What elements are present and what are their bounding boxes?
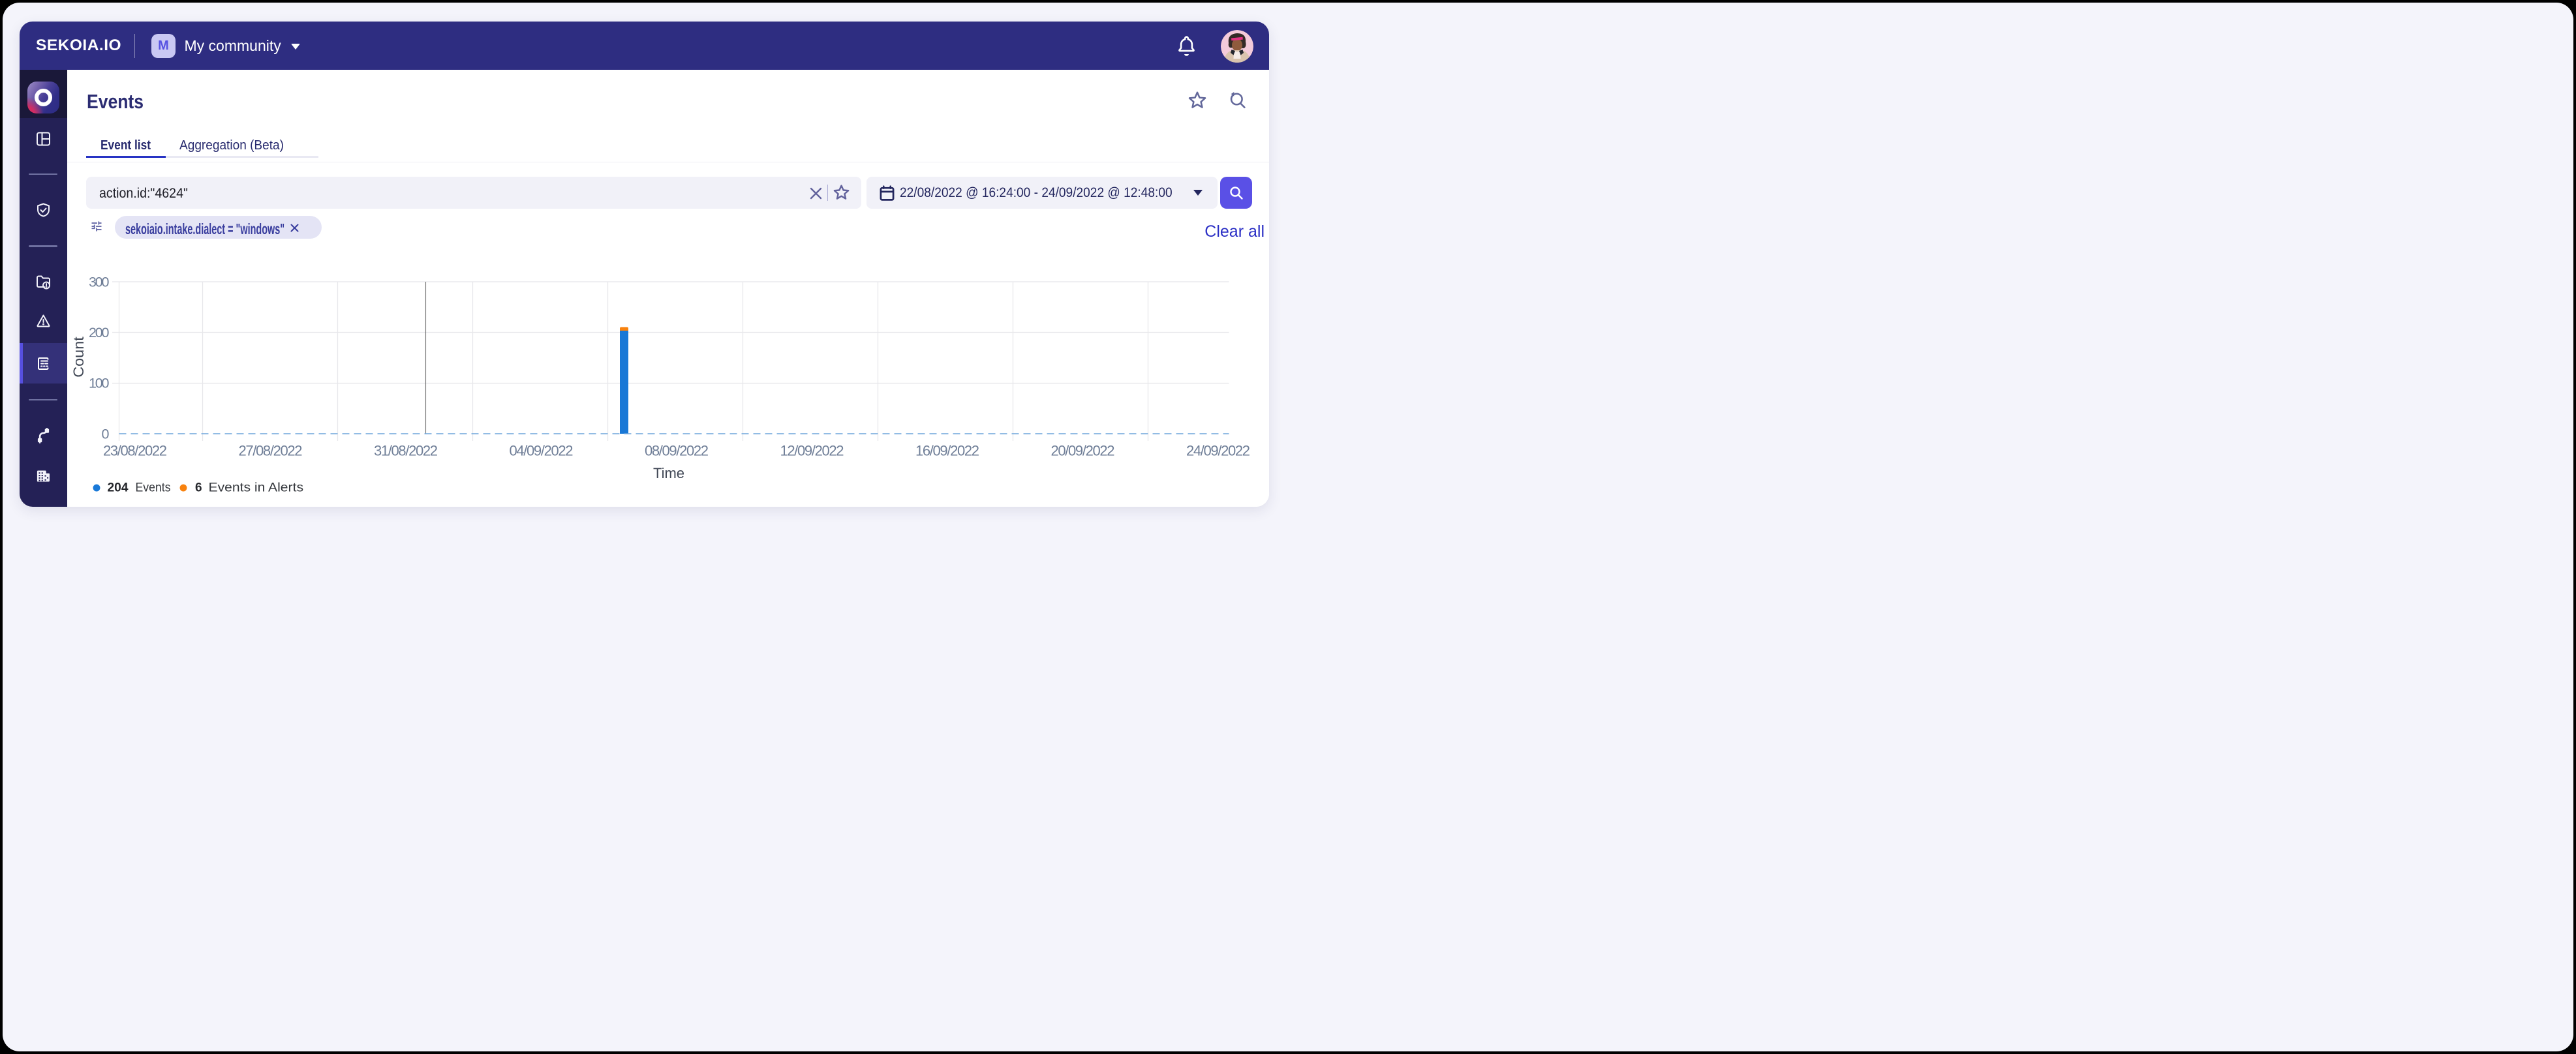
svg-text:Time: Time: [652, 465, 684, 481]
svg-text:200: 200: [89, 325, 110, 340]
svg-text:300: 300: [89, 275, 110, 290]
svg-text:20/09/2022: 20/09/2022: [1050, 443, 1114, 459]
svg-text:100: 100: [89, 376, 110, 391]
svg-text:04/09/2022: 04/09/2022: [509, 443, 573, 459]
svg-text:Count: Count: [70, 337, 87, 378]
svg-text:16/09/2022: 16/09/2022: [915, 443, 979, 459]
svg-text:24/09/2022: 24/09/2022: [1186, 443, 1250, 459]
svg-text:12/09/2022: 12/09/2022: [780, 443, 844, 459]
svg-text:31/08/2022: 31/08/2022: [374, 443, 438, 459]
svg-text:27/08/2022: 27/08/2022: [238, 443, 302, 459]
svg-text:Events: Events: [135, 481, 170, 495]
svg-text:0: 0: [101, 427, 109, 442]
svg-text:23/08/2022: 23/08/2022: [103, 443, 167, 459]
svg-text:6: 6: [195, 481, 202, 495]
svg-text:08/09/2022: 08/09/2022: [645, 443, 709, 459]
svg-text:Events in Alerts: Events in Alerts: [208, 481, 303, 495]
svg-text:204: 204: [107, 481, 128, 495]
